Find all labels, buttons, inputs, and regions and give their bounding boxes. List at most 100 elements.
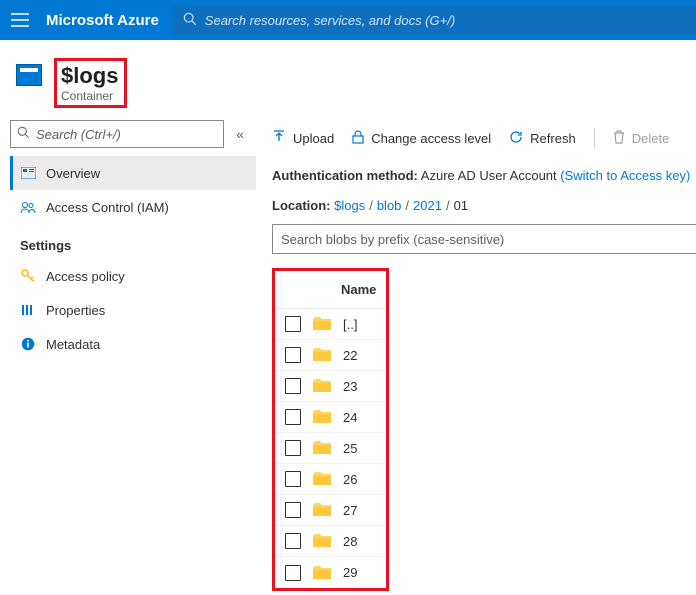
sidebar-item-label: Properties — [46, 303, 105, 318]
table-header: Name — [275, 271, 386, 309]
breadcrumb-item[interactable]: blob — [377, 198, 402, 213]
toolbar-label: Upload — [293, 131, 334, 146]
row-checkbox[interactable] — [285, 347, 301, 363]
sidebar-item-access-policy[interactable]: Access policy — [10, 259, 256, 293]
auth-label: Authentication method: — [272, 168, 418, 183]
trash-icon — [613, 130, 625, 147]
table-row[interactable]: 26 — [275, 464, 386, 495]
table-row[interactable]: 22 — [275, 340, 386, 371]
toolbar-divider — [594, 128, 595, 148]
upload-icon — [272, 130, 286, 147]
table-row[interactable]: 25 — [275, 433, 386, 464]
table-row[interactable]: 23 — [275, 371, 386, 402]
breadcrumb-item[interactable]: $logs — [334, 198, 365, 213]
table-row[interactable]: 29 — [275, 557, 386, 588]
row-checkbox[interactable] — [285, 316, 301, 332]
top-bar: Microsoft Azure — [0, 0, 696, 40]
breadcrumb-sep: / — [369, 198, 373, 213]
row-name: 27 — [343, 503, 369, 518]
sidebar-item-overview[interactable]: Overview — [10, 156, 256, 190]
sidebar-search-input[interactable] — [36, 127, 217, 142]
global-search-input[interactable] — [205, 13, 686, 28]
table-row[interactable]: 24 — [275, 402, 386, 433]
sidebar-group-settings: Settings — [10, 224, 256, 259]
folder-icon — [313, 410, 331, 424]
sidebar-item-properties[interactable]: Properties — [10, 293, 256, 327]
folder-icon — [313, 503, 331, 517]
row-checkbox[interactable] — [285, 565, 301, 581]
refresh-button[interactable]: Refresh — [509, 130, 576, 147]
sidebar-item-label: Access policy — [46, 269, 125, 284]
auth-method-row: Authentication method: Azure AD User Acc… — [272, 166, 696, 186]
folder-icon — [313, 317, 331, 331]
people-icon — [20, 201, 36, 214]
title-highlight-box: $logs Container — [54, 58, 127, 108]
overview-icon — [20, 167, 36, 179]
sidebar-item-label: Metadata — [46, 337, 100, 352]
row-checkbox[interactable] — [285, 440, 301, 456]
properties-icon — [20, 303, 36, 317]
search-icon — [183, 12, 197, 29]
breadcrumb-item[interactable]: 2021 — [413, 198, 442, 213]
row-name: 24 — [343, 410, 369, 425]
location-row: Location: $logs/blob/2021/01 — [272, 196, 696, 216]
blob-table-highlight: Name [..] 22 23 24 25 26 27 28 29 — [272, 268, 389, 591]
row-checkbox[interactable] — [285, 502, 301, 518]
row-name: 22 — [343, 348, 369, 363]
breadcrumb-sep: / — [446, 198, 450, 213]
folder-icon — [313, 472, 331, 486]
table-row[interactable]: 27 — [275, 495, 386, 526]
row-name: 28 — [343, 534, 369, 549]
container-icon — [16, 64, 42, 86]
table-row[interactable]: 28 — [275, 526, 386, 557]
row-checkbox[interactable] — [285, 471, 301, 487]
auth-value: Azure AD User Account — [421, 168, 557, 183]
row-name: 23 — [343, 379, 369, 394]
toolbar-label: Change access level — [371, 131, 491, 146]
folder-icon — [313, 348, 331, 362]
main-content: Upload Change access level Refresh Delet — [256, 114, 696, 591]
row-name: 26 — [343, 472, 369, 487]
hamburger-menu-icon[interactable] — [8, 8, 32, 32]
lock-icon — [352, 130, 364, 147]
sidebar-item-metadata[interactable]: Metadata — [10, 327, 256, 361]
breadcrumb-sep: / — [405, 198, 409, 213]
folder-icon — [313, 566, 331, 580]
folder-icon — [313, 379, 331, 393]
table-row[interactable]: [..] — [275, 309, 386, 340]
sidebar: « Overview Access Control (IAM) Settings… — [0, 114, 256, 591]
sidebar-search[interactable] — [10, 120, 224, 148]
upload-button[interactable]: Upload — [272, 130, 334, 147]
breadcrumb-current: 01 — [454, 198, 468, 213]
search-icon — [17, 126, 30, 142]
key-icon — [20, 269, 36, 283]
page-title: $logs — [61, 63, 118, 89]
sidebar-item-label: Access Control (IAM) — [46, 200, 169, 215]
location-label: Location: — [272, 198, 331, 213]
sidebar-item-label: Overview — [46, 166, 100, 181]
change-access-button[interactable]: Change access level — [352, 130, 491, 147]
folder-icon — [313, 441, 331, 455]
blob-search-input[interactable] — [281, 232, 688, 247]
blob-search[interactable] — [272, 224, 696, 254]
page-subtitle: Container — [61, 89, 118, 103]
switch-access-key-link[interactable]: (Switch to Access key) — [560, 168, 690, 183]
brand-label: Microsoft Azure — [46, 12, 159, 29]
info-icon — [20, 337, 36, 351]
global-search[interactable] — [173, 5, 696, 35]
row-name: [..] — [343, 317, 369, 332]
row-checkbox[interactable] — [285, 533, 301, 549]
toolbar-label: Delete — [632, 131, 670, 146]
row-name: 25 — [343, 441, 369, 456]
row-name: 29 — [343, 565, 369, 580]
page-header: $logs Container — [0, 40, 696, 114]
toolbar: Upload Change access level Refresh Delet — [272, 120, 696, 156]
folder-icon — [313, 534, 331, 548]
row-checkbox[interactable] — [285, 409, 301, 425]
sidebar-item-access-control[interactable]: Access Control (IAM) — [10, 190, 256, 224]
row-checkbox[interactable] — [285, 378, 301, 394]
collapse-sidebar-button[interactable]: « — [232, 122, 248, 146]
toolbar-label: Refresh — [530, 131, 576, 146]
delete-button: Delete — [613, 130, 670, 147]
col-name-header[interactable]: Name — [315, 282, 376, 297]
